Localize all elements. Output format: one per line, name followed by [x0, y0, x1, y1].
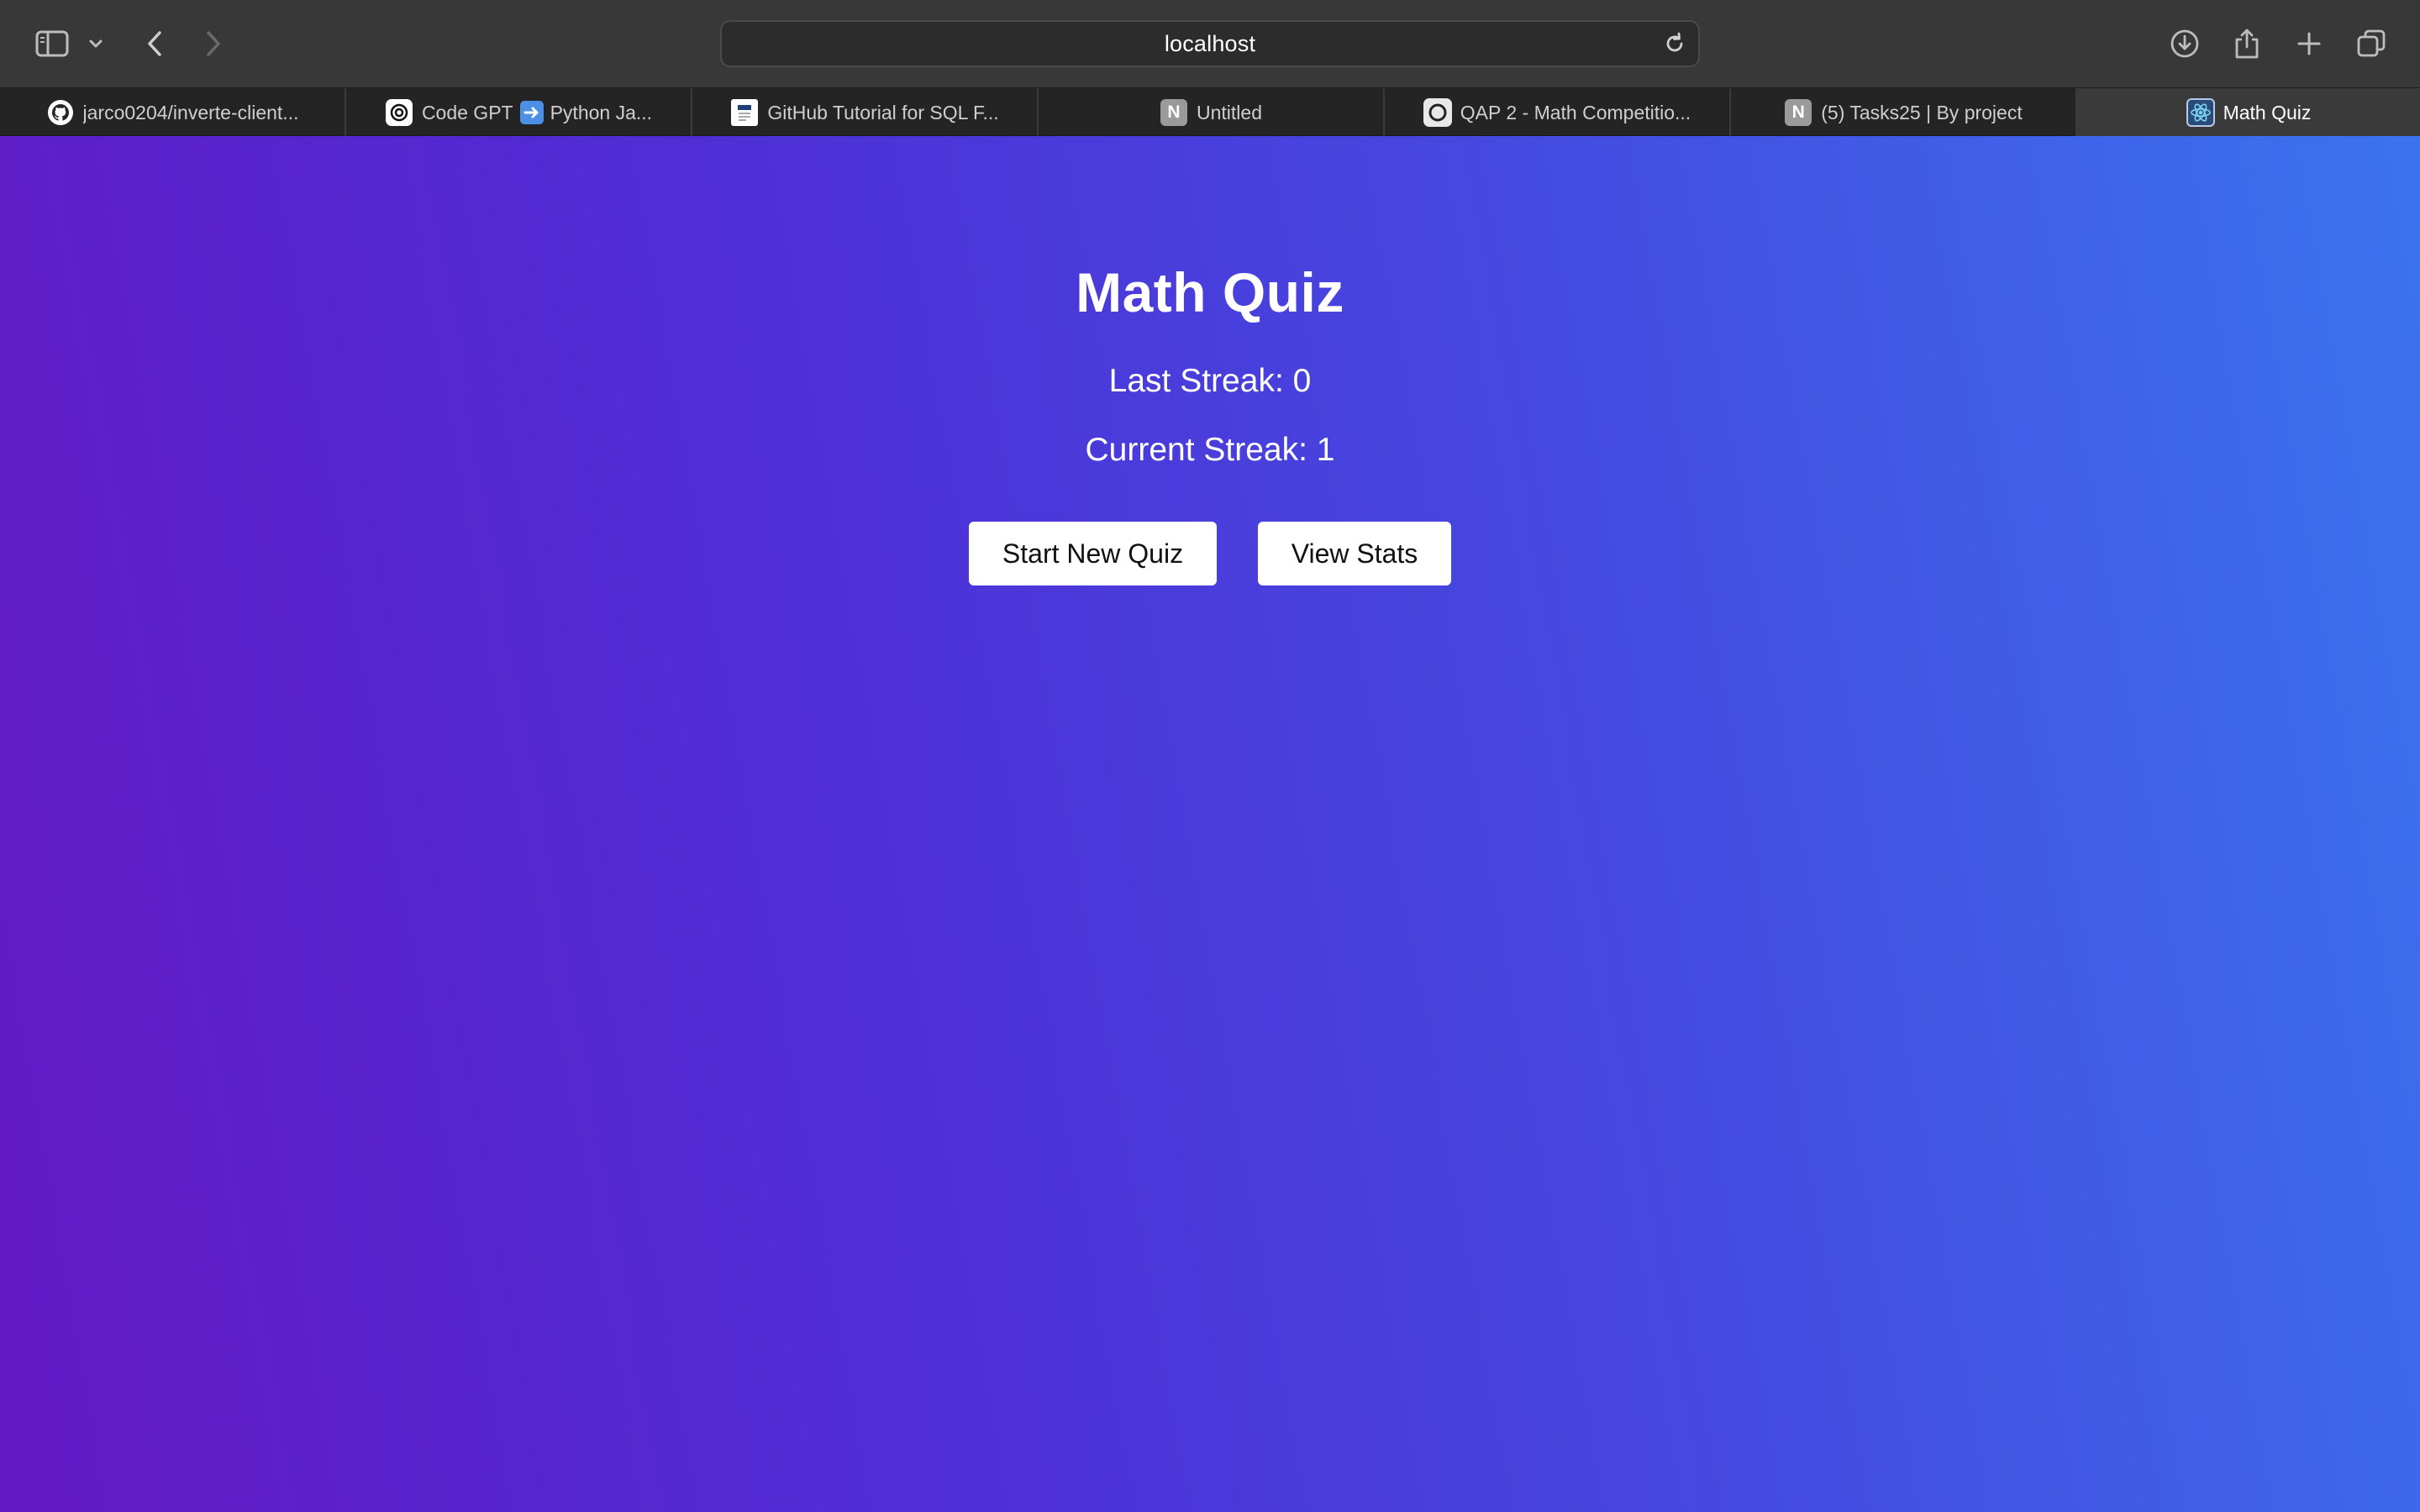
tab-label-prefix: Code GPT — [421, 101, 513, 123]
chevron-left-icon — [145, 29, 165, 58]
notion-icon: N — [1160, 98, 1188, 127]
plus-icon — [2296, 31, 2322, 56]
notion-icon: N — [1784, 98, 1812, 127]
start-new-quiz-button[interactable]: Start New Quiz — [969, 522, 1217, 585]
current-streak-text: Current Streak: 1 — [1085, 432, 1335, 468]
tab-label: Math Quiz — [2223, 101, 2312, 123]
forward-button[interactable] — [190, 20, 237, 67]
last-streak-text: Last Streak: 0 — [1108, 363, 1312, 399]
reload-button[interactable] — [1660, 30, 1690, 60]
share-icon — [2233, 28, 2260, 60]
downloads-button[interactable] — [2161, 20, 2208, 67]
sidebar-menu-button[interactable] — [77, 20, 114, 67]
download-icon — [2170, 29, 2200, 59]
tab-label-suffix: Python Ja... — [550, 101, 653, 123]
document-icon — [730, 98, 759, 127]
math-quiz-page: Math Quiz Last Streak: 0 Current Streak:… — [0, 136, 2420, 1512]
arrow-right-icon — [519, 101, 544, 124]
tab-untitled[interactable]: N Untitled — [1039, 88, 1385, 137]
chevron-down-icon — [88, 39, 103, 49]
tab-label: jarco0204/inverte-client... — [82, 101, 299, 123]
address-bar[interactable]: localhost — [720, 20, 1700, 67]
share-button[interactable] — [2223, 20, 2270, 67]
tab-github[interactable]: jarco0204/inverte-client... — [0, 88, 346, 137]
tab-qap2[interactable]: QAP 2 - Math Competitio... — [1385, 88, 1731, 137]
new-tab-button[interactable] — [2286, 20, 2333, 67]
openai-icon — [385, 98, 413, 127]
sidebar-toggle-button[interactable] — [29, 20, 76, 67]
chevron-right-icon — [203, 29, 224, 58]
tab-github-tutorial[interactable]: GitHub Tutorial for SQL F... — [692, 88, 1039, 137]
back-button[interactable] — [131, 20, 178, 67]
page-title: Math Quiz — [1076, 261, 1344, 323]
browser-window: localhost jarco0204/inverte-client... Co… — [0, 0, 2420, 1512]
tab-label: (5) Tasks25 | By project — [1821, 101, 2023, 123]
tab-overview-icon — [2356, 29, 2386, 59]
tab-label: GitHub Tutorial for SQL F... — [767, 101, 999, 123]
tab-label: QAP 2 - Math Competitio... — [1460, 101, 1691, 123]
reload-icon — [1662, 31, 1687, 60]
tab-math-quiz[interactable]: Math Quiz — [2077, 88, 2420, 137]
browser-toolbar: localhost — [0, 0, 2420, 87]
sidebar-icon — [35, 30, 69, 57]
github-icon — [46, 98, 75, 127]
circle-app-icon — [1423, 98, 1452, 127]
view-stats-button[interactable]: View Stats — [1258, 522, 1451, 585]
tab-tasks25[interactable]: N (5) Tasks25 | By project — [1731, 88, 2077, 137]
tab-label: Untitled — [1197, 101, 1262, 123]
react-icon — [2186, 98, 2215, 127]
address-text: localhost — [1164, 30, 1256, 56]
tab-code-gpt[interactable]: Code GPT Python Ja... — [346, 88, 692, 137]
tab-overview-button[interactable] — [2348, 20, 2395, 67]
tab-bar: jarco0204/inverte-client... Code GPT Pyt… — [0, 87, 2420, 137]
